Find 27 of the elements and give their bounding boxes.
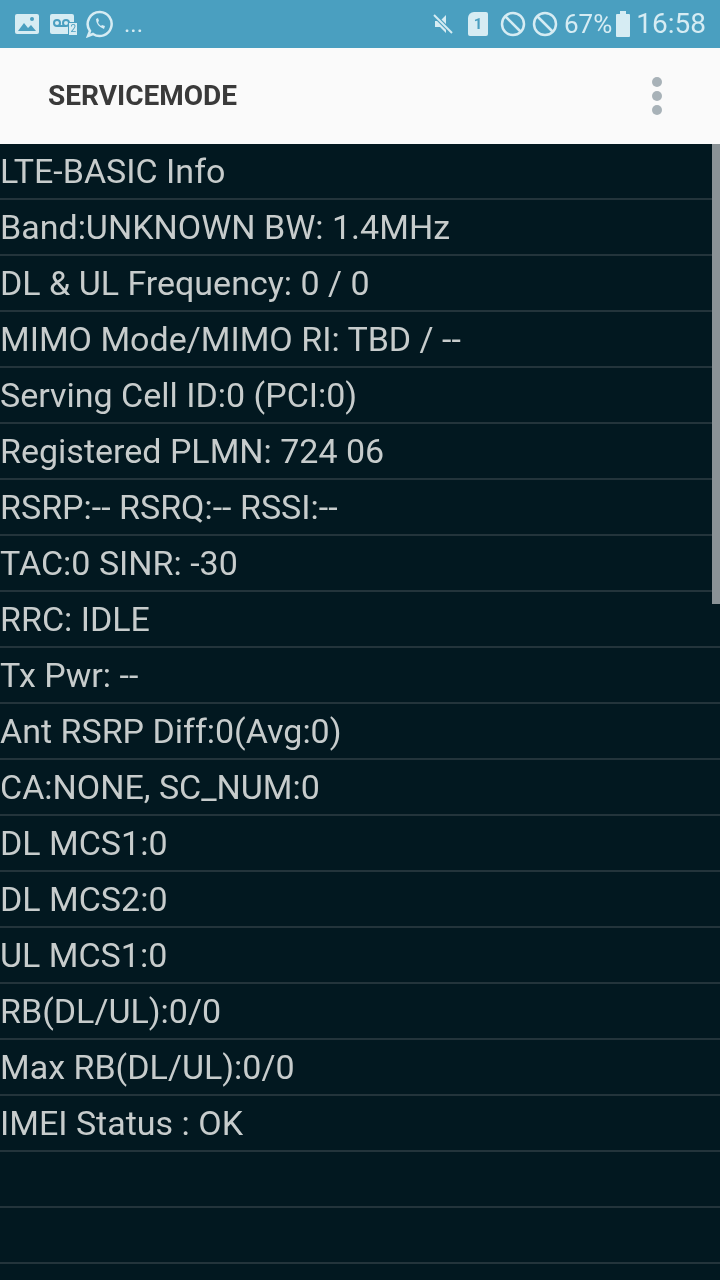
info-line: RSRP:-- RSRQ:-- RSSI:-- — [0, 490, 338, 524]
info-line: LTE-BASIC Info — [0, 154, 226, 188]
image-icon — [14, 12, 40, 36]
sim-icon: 1 — [468, 12, 488, 36]
info-line: TAC:0 SINR: -30 — [0, 546, 238, 580]
battery-percent: 67% — [564, 11, 613, 37]
clock: 16:58 — [636, 10, 706, 38]
app-title: SERVICEMODE — [48, 78, 238, 114]
more-options-icon[interactable] — [650, 75, 664, 117]
info-line: Tx Pwr: -- — [0, 658, 139, 692]
info-line: MIMO Mode/MIMO RI: TBD / -- — [0, 322, 461, 356]
info-line: DL MCS1:0 — [0, 826, 168, 860]
blocked-icon — [532, 11, 558, 37]
chat-icon — [86, 10, 114, 38]
battery-icon — [616, 11, 631, 37]
info-line: Registered PLMN: 724 06 — [0, 434, 385, 468]
info-line: DL & UL Frequency: 0 / 0 — [0, 266, 370, 300]
info-line: CA:NONE, SC_NUM:0 — [0, 770, 320, 804]
mute-icon — [430, 11, 456, 37]
info-line: RRC: IDLE — [0, 602, 150, 636]
info-line: IMEI Status : OK — [0, 1106, 243, 1140]
badge-count: 2 — [68, 22, 78, 36]
info-line: UL MCS1:0 — [0, 938, 168, 972]
info-line: Band:UNKNOWN BW: 1.4MHz — [0, 210, 450, 244]
blocked-icon — [500, 11, 526, 37]
more-notifications: ... — [124, 12, 143, 36]
info-line: DL MCS2:0 — [0, 882, 168, 916]
